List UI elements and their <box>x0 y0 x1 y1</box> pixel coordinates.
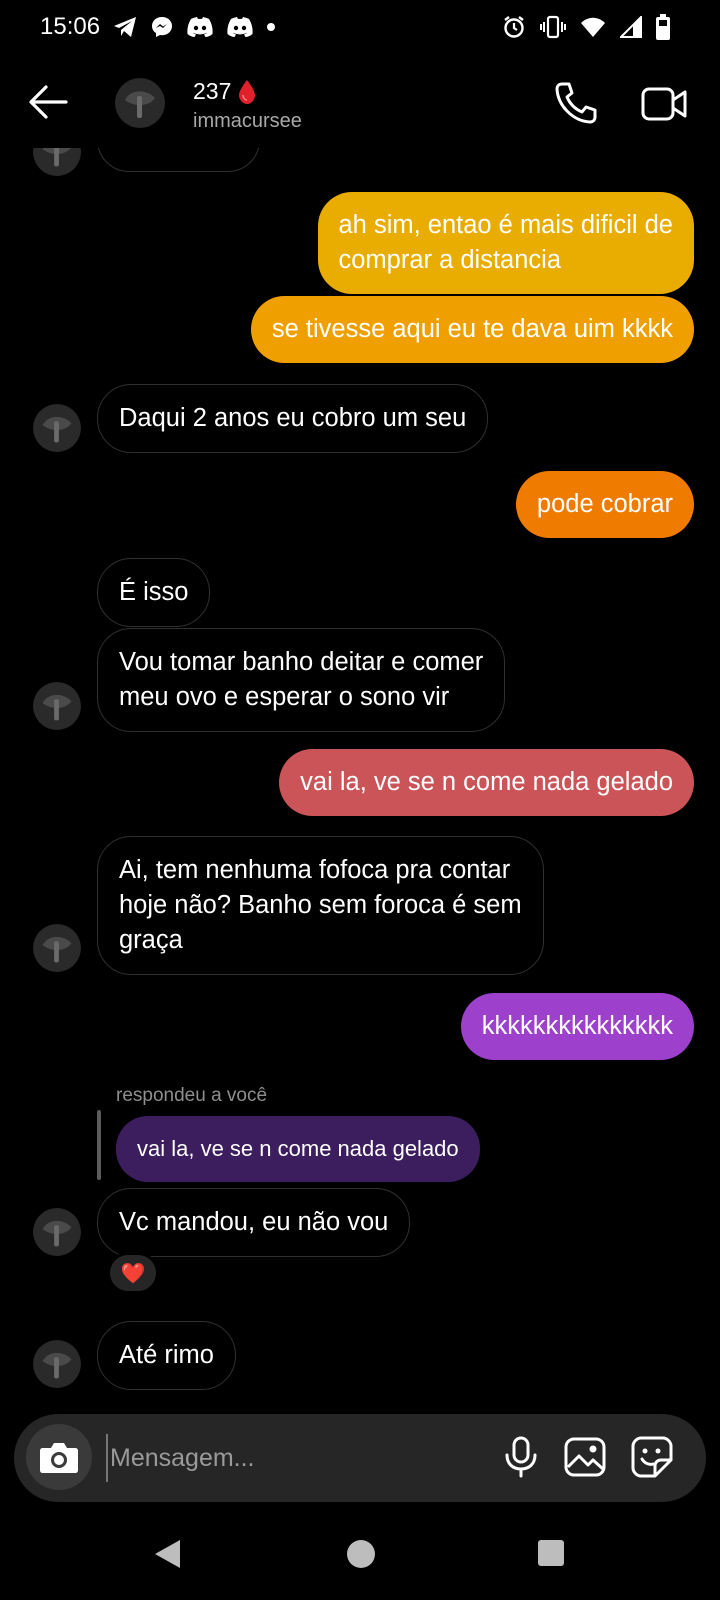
arrow-left-icon <box>29 85 68 119</box>
gallery-button[interactable] <box>562 1434 608 1480</box>
nav-recents-button[interactable] <box>538 1540 564 1566</box>
sender-avatar <box>33 148 81 176</box>
message-bubble-sent[interactable]: kkkkkkkkkkkkkkk <box>460 993 694 1060</box>
message-input[interactable] <box>106 1434 486 1482</box>
system-navigation-bar <box>0 1510 720 1600</box>
sticker-button[interactable] <box>629 1434 675 1480</box>
message-bubble-received[interactable]: Ai, tem nenhuma fofoca pra contar hoje n… <box>97 836 544 975</box>
message-bubble-sent[interactable]: se tivesse aqui eu te dava uim kkkk <box>250 296 694 363</box>
message-bubble-sent[interactable]: vai la, ve se n come nada gelado <box>279 749 694 816</box>
voice-message-button[interactable] <box>498 1434 544 1480</box>
back-button[interactable] <box>26 80 70 124</box>
phone-icon <box>555 82 597 124</box>
message-bubble-partial[interactable] <box>97 148 260 172</box>
reply-quote-bubble[interactable]: vai la, ve se n come nada gelado <box>116 1116 480 1182</box>
blood-drop-icon <box>239 79 256 104</box>
microphone-icon <box>505 1436 537 1478</box>
triangle-back-icon <box>155 1540 180 1568</box>
messenger-icon <box>152 17 172 37</box>
message-bubble-sent[interactable]: ah sim, entao é mais dificil de comprar … <box>317 192 694 294</box>
message-bubble-sent[interactable]: pode cobrar <box>515 471 694 538</box>
vibrate-icon <box>540 15 566 39</box>
voice-call-button[interactable] <box>553 80 599 126</box>
video-call-button[interactable] <box>641 82 687 126</box>
battery-icon <box>656 14 670 40</box>
heart-reaction[interactable]: ❤️ <box>107 1252 159 1294</box>
profile-avatar[interactable] <box>115 78 165 128</box>
discord-icon <box>227 17 253 37</box>
discord-icon <box>187 17 213 37</box>
alarm-icon <box>504 16 524 38</box>
contact-name[interactable]: 237 <box>193 78 257 105</box>
contact-handle: immacursee <box>193 110 302 132</box>
chat-header: 237 immacursee <box>0 56 720 148</box>
notification-icons <box>112 12 276 42</box>
telegram-icon <box>114 17 136 37</box>
video-camera-icon <box>641 87 687 121</box>
message-bubble-received[interactable]: Até rimo <box>97 1321 236 1390</box>
message-bubble-received[interactable]: Vc mandou, eu não vou <box>97 1188 411 1257</box>
dot-icon <box>267 23 275 31</box>
sender-avatar <box>33 404 81 452</box>
signal-icon <box>620 16 642 38</box>
message-bubble-received[interactable]: Daqui 2 anos eu cobro um seu <box>97 384 489 453</box>
sticker-icon <box>631 1436 673 1478</box>
status-time: 15:06 <box>40 13 101 40</box>
image-icon <box>564 1437 606 1477</box>
reply-indicator-line <box>97 1110 101 1180</box>
sender-avatar <box>33 1208 81 1256</box>
camera-icon <box>40 1443 78 1473</box>
system-icons <box>502 12 670 42</box>
nav-back-button[interactable] <box>152 1538 182 1574</box>
message-composer <box>14 1414 706 1502</box>
status-bar: 15:06 <box>0 0 720 56</box>
sender-avatar <box>33 682 81 730</box>
reply-label: respondeu a você <box>116 1085 268 1106</box>
message-bubble-received[interactable]: É isso <box>97 558 211 627</box>
message-list: ah sim, entao é mais dificil de comprar … <box>0 148 720 1410</box>
message-bubble-received[interactable]: Vou tomar banho deitar e comer meu ovo e… <box>97 628 506 732</box>
nav-home-button[interactable] <box>347 1540 375 1568</box>
wifi-icon <box>581 17 605 37</box>
heart-icon: ❤️ <box>120 1261 146 1285</box>
contact-name-text: 237 <box>193 78 232 104</box>
sender-avatar <box>33 1340 81 1388</box>
camera-button[interactable] <box>26 1424 92 1490</box>
sender-avatar <box>33 924 81 972</box>
